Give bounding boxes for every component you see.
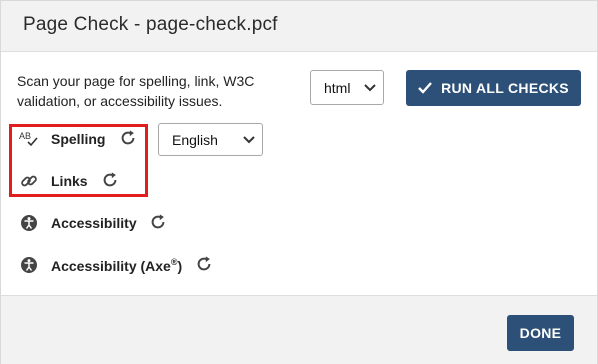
refresh-icon[interactable] <box>195 255 213 273</box>
page-check-dialog: Page Check - page-check.pcf Scan your pa… <box>0 0 598 364</box>
chevron-down-icon <box>243 135 255 143</box>
check-label-axe-text: Accessibility (Axe <box>51 257 171 274</box>
checkmark-icon <box>418 82 432 94</box>
language-select-value: English <box>172 131 218 148</box>
dialog-title: Page Check - page-check.pcf <box>23 14 278 35</box>
check-row-accessibility: Accessibility <box>19 211 165 235</box>
highlight-box <box>9 124 148 197</box>
refresh-icon[interactable] <box>149 213 167 231</box>
accessibility-icon <box>19 213 39 233</box>
language-select[interactable]: English <box>158 123 263 156</box>
dialog-description: Scan your page for spelling, link, W3C v… <box>17 73 255 109</box>
accessibility-icon <box>19 255 39 275</box>
chevron-down-icon <box>364 83 376 91</box>
check-label-accessibility[interactable]: Accessibility <box>51 215 137 231</box>
run-all-checks-label: RUN ALL CHECKS <box>441 80 569 96</box>
run-all-checks-button[interactable]: RUN ALL CHECKS <box>406 70 581 106</box>
check-label-accessibility-axe[interactable]: Accessibility (Axe®) <box>51 257 182 274</box>
format-select-value: html <box>324 79 351 96</box>
done-button[interactable]: DONE <box>507 315 574 351</box>
format-select[interactable]: html <box>310 70 384 105</box>
dialog-header: Page Check - page-check.pcf <box>1 1 597 52</box>
check-row-accessibility-axe: Accessibility (Axe®) <box>19 253 211 277</box>
check-label-axe-close: ) <box>177 257 183 274</box>
